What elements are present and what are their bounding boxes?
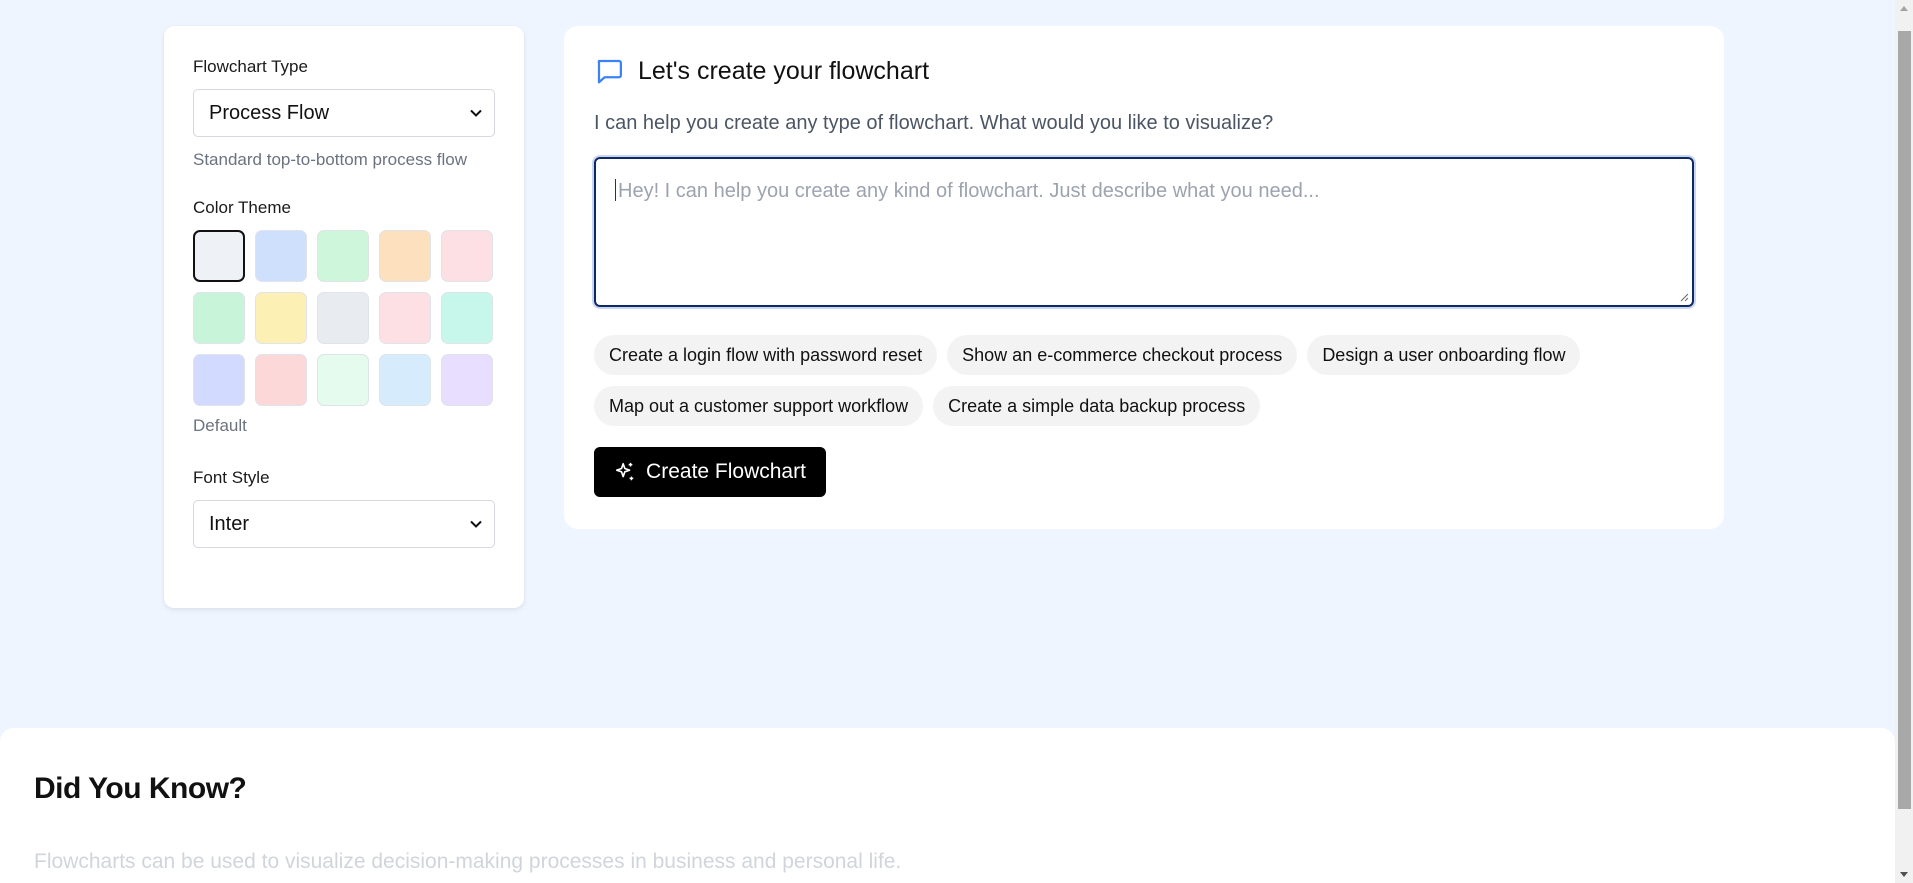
vertical-scrollbar[interactable]	[1895, 0, 1913, 883]
flowchart-type-select[interactable]: Process Flow	[193, 89, 495, 137]
suggestion-chip[interactable]: Create a login flow with password reset	[594, 335, 938, 375]
color-swatch[interactable]	[317, 230, 369, 282]
suggestion-chips: Create a login flow with password reset S…	[594, 335, 1694, 426]
suggestion-chip[interactable]: Show an e-commerce checkout process	[947, 335, 1298, 375]
flowchart-type-help: Standard top-to-bottom process flow	[193, 150, 468, 169]
card-subtitle: I can help you create any type of flowch…	[594, 112, 1274, 134]
color-theme-label: Color Theme	[193, 198, 291, 217]
color-swatch[interactable]	[441, 354, 493, 406]
flowchart-prompt-input[interactable]: Hey! I can help you create any kind of f…	[594, 157, 1694, 307]
chevron-down-icon	[470, 109, 482, 117]
page: Flowchart Type Process Flow Standard top…	[0, 0, 1895, 883]
did-you-know-section: Did You Know? Flowcharts can be used to …	[0, 728, 1895, 883]
color-swatch[interactable]	[317, 292, 369, 344]
color-swatch[interactable]	[379, 230, 431, 282]
create-flowchart-button[interactable]: Create Flowchart	[594, 447, 826, 497]
flowchart-creator-card: Let's create your flowchart I can help y…	[564, 26, 1724, 529]
color-swatch[interactable]	[255, 230, 307, 282]
suggestion-chip[interactable]: Create a simple data backup process	[933, 386, 1261, 426]
flowchart-type-label: Flowchart Type	[193, 57, 308, 76]
text-caret	[615, 179, 616, 201]
card-title: Let's create your flowchart	[638, 56, 930, 85]
chat-bubble-icon	[597, 59, 622, 84]
did-you-know-heading: Did You Know?	[34, 772, 247, 805]
color-swatch[interactable]	[441, 292, 493, 344]
color-swatch[interactable]	[379, 354, 431, 406]
flowchart-type-value: Process Flow	[209, 101, 330, 124]
font-style-select[interactable]: Inter	[193, 500, 495, 548]
color-swatch[interactable]	[441, 230, 493, 282]
suggestion-chip[interactable]: Map out a customer support workflow	[594, 386, 924, 426]
selected-theme-name: Default	[193, 416, 247, 435]
prompt-placeholder: Hey! I can help you create any kind of f…	[618, 180, 1320, 202]
sparkle-icon	[615, 462, 634, 481]
color-swatch[interactable]	[193, 354, 245, 406]
did-you-know-fact: Flowcharts can be used to visualize deci…	[34, 850, 902, 873]
scroll-up-arrow-icon[interactable]	[1895, 0, 1913, 17]
color-swatch[interactable]	[379, 292, 431, 344]
color-swatch[interactable]	[255, 292, 307, 344]
scrollbar-thumb[interactable]	[1898, 31, 1911, 809]
card-header: Let's create your flowchart	[594, 56, 1694, 86]
color-swatch[interactable]	[317, 354, 369, 406]
settings-panel: Flowchart Type Process Flow Standard top…	[164, 26, 524, 608]
color-swatch[interactable]	[255, 354, 307, 406]
color-swatch[interactable]	[193, 230, 245, 282]
chevron-down-icon	[470, 520, 482, 528]
color-theme-grid	[193, 230, 495, 406]
color-swatch[interactable]	[193, 292, 245, 344]
create-flowchart-label: Create Flowchart	[646, 460, 806, 483]
scroll-down-arrow-icon[interactable]	[1895, 866, 1913, 883]
resize-handle-icon[interactable]	[1679, 292, 1689, 302]
font-style-value: Inter	[209, 512, 250, 535]
suggestion-chip[interactable]: Design a user onboarding flow	[1307, 335, 1581, 375]
font-style-label: Font Style	[193, 468, 270, 487]
